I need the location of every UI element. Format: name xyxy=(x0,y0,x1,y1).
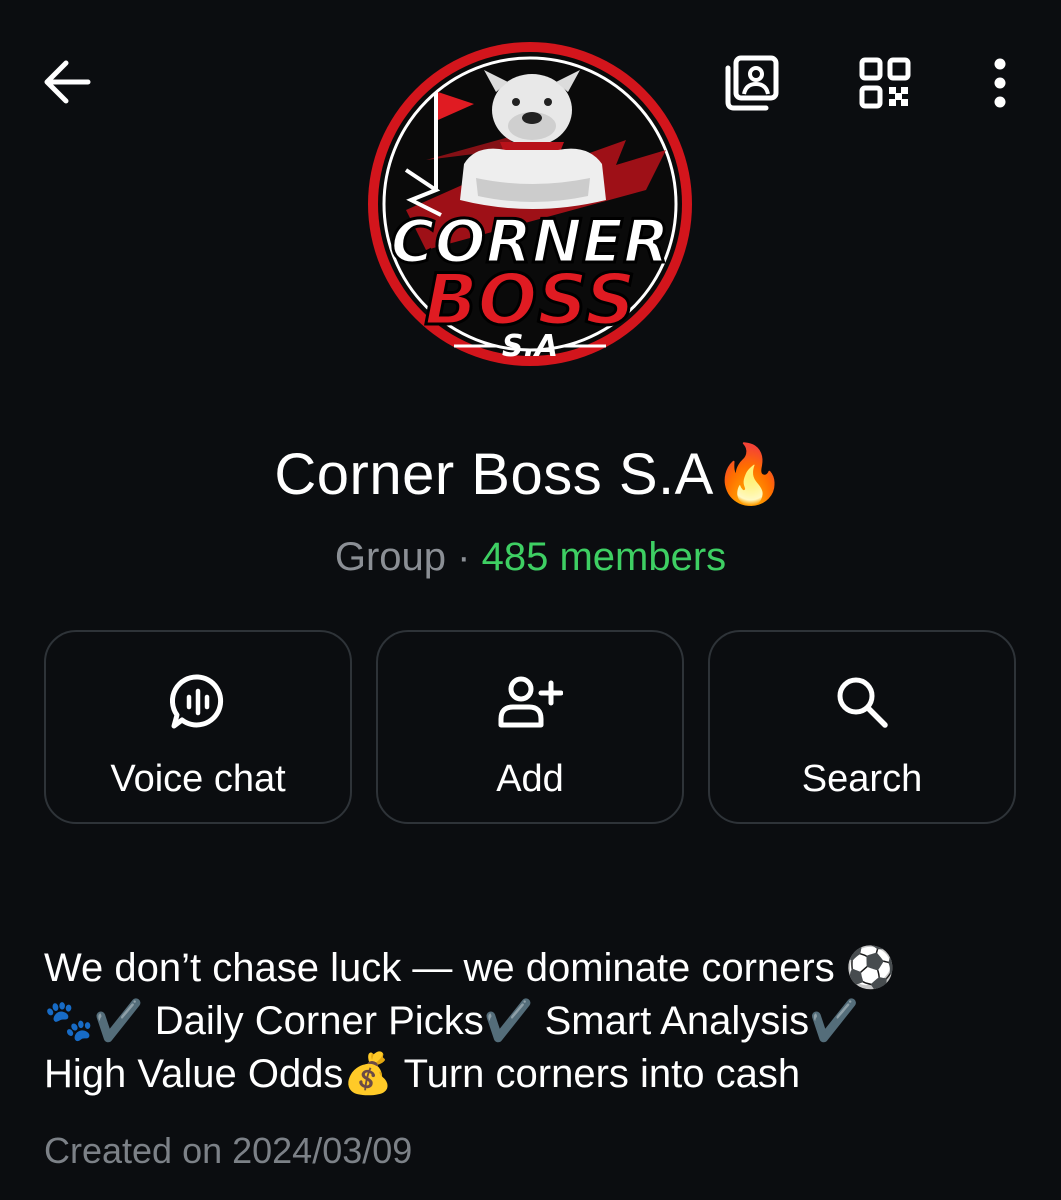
action-buttons: Voice chat Add Search xyxy=(44,630,1017,826)
arrow-left-icon xyxy=(44,60,91,104)
more-vertical-icon xyxy=(994,58,1006,108)
more-options-button[interactable] xyxy=(972,50,1028,116)
description-line-3: High Value Odds💰 Turn corners into cash xyxy=(44,1052,801,1096)
voice-chat-label: Voice chat xyxy=(110,758,286,800)
add-label: Add xyxy=(496,758,564,800)
add-member-button[interactable]: Add xyxy=(376,630,684,824)
created-date: Created on 2024/03/09 xyxy=(44,1130,413,1171)
member-count[interactable]: 485 members xyxy=(482,535,727,579)
group-name: Corner Boss S.A🔥 xyxy=(274,442,787,507)
description-line-1: We don’t chase luck — we dominate corner… xyxy=(44,946,896,990)
voice-chat-button[interactable]: Voice chat xyxy=(44,630,352,824)
back-button[interactable] xyxy=(34,52,100,112)
group-type: Group xyxy=(334,535,447,579)
search-label: Search xyxy=(801,758,923,800)
shared-media-icon xyxy=(725,55,779,111)
group-description: We don’t chase luck — we dominate corner… xyxy=(44,942,1024,1101)
description-line-2: 🐾✔️ Daily Corner Picks✔️ Smart Analysis✔… xyxy=(44,999,859,1043)
group-info: Group · 485 members xyxy=(0,532,1061,582)
search-icon xyxy=(837,677,888,728)
shared-media-button[interactable] xyxy=(716,50,786,116)
info-separator: · xyxy=(457,535,471,579)
corner-boss-logo: CORNER BOSS S.A xyxy=(368,42,692,366)
voice-chat-icon xyxy=(169,674,224,729)
group-avatar[interactable]: CORNER BOSS S.A xyxy=(366,40,694,368)
search-button[interactable]: Search xyxy=(708,630,1016,824)
logo-text-sa: S.A xyxy=(502,329,558,364)
add-member-icon xyxy=(498,676,563,728)
qr-code-icon xyxy=(859,57,911,109)
qr-code-button[interactable] xyxy=(850,50,920,116)
